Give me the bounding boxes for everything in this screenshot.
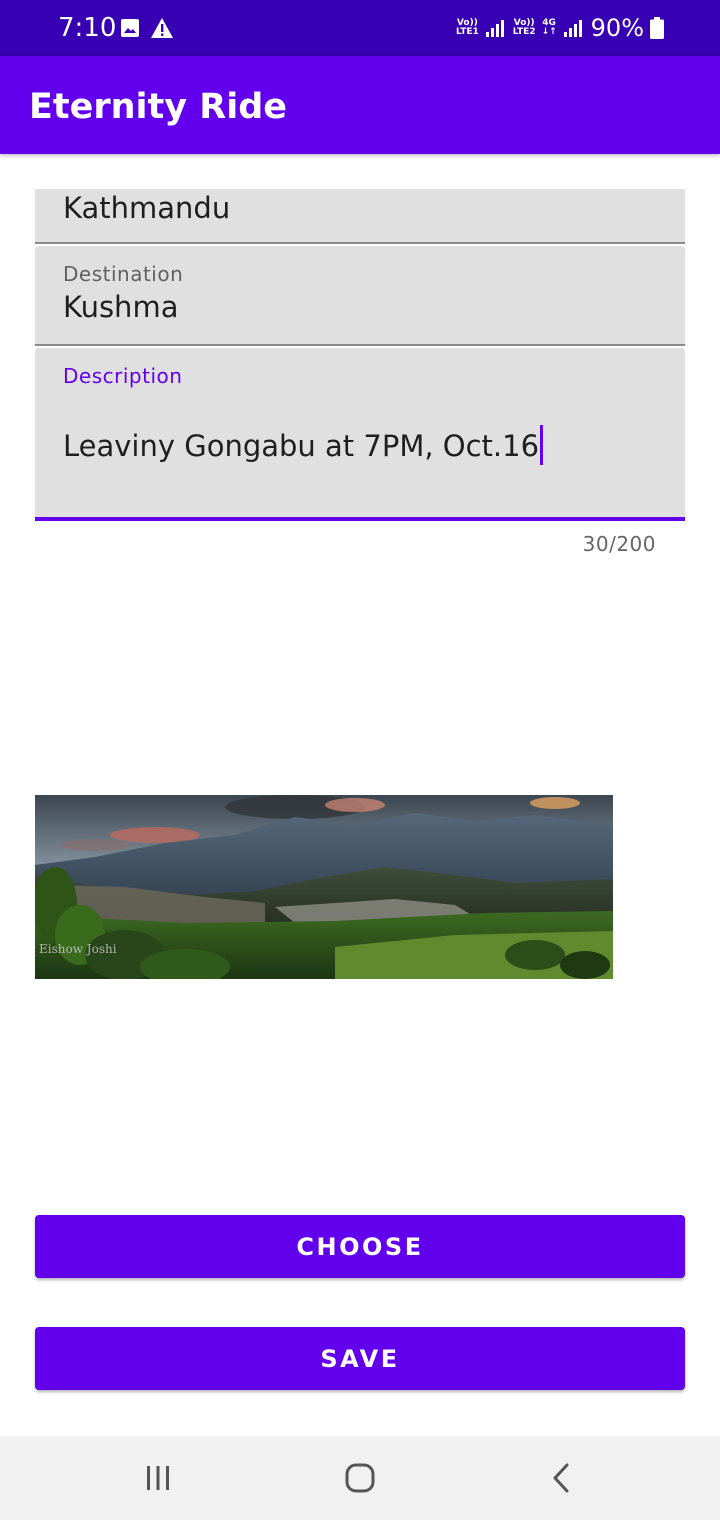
- image-icon: [121, 19, 139, 37]
- origin-value: Kathmandu: [63, 191, 231, 225]
- text-cursor: [540, 425, 544, 465]
- app-bar: Eternity Ride: [0, 56, 720, 154]
- volte-lte1-icon: Vo)) LTE1: [455, 18, 479, 37]
- origin-field[interactable]: Kathmandu: [35, 189, 685, 244]
- signal-icon: [485, 20, 504, 37]
- navigation-bar: [0, 1436, 720, 1520]
- status-time: 7:10: [58, 13, 117, 43]
- 4g-data-icon: 4G ↓↑: [541, 18, 557, 37]
- signal-icon: [563, 20, 582, 37]
- status-indicators: Vo)) LTE1 Vo)) LTE2 4G ↓↑ 90%: [456, 12, 664, 44]
- selected-image: Eishow Joshi: [35, 795, 613, 979]
- home-icon[interactable]: [340, 1458, 380, 1498]
- destination-label: Destination: [63, 262, 184, 286]
- back-icon[interactable]: [542, 1458, 582, 1498]
- battery-percent: 90%: [590, 14, 644, 42]
- app-title: Eternity Ride: [29, 87, 288, 127]
- image-watermark: Eishow Joshi: [39, 942, 117, 956]
- description-value-wrapper: Leaviny Gongabu at 7PM, Oct.16: [63, 425, 544, 468]
- recent-apps-icon[interactable]: [138, 1458, 178, 1498]
- volte-lte2-icon: Vo)) LTE2: [512, 18, 536, 37]
- mountain-landscape-image: Eishow Joshi: [35, 795, 613, 979]
- battery-icon: [650, 17, 664, 39]
- destination-value: Kushma: [63, 290, 179, 324]
- save-button[interactable]: SAVE: [35, 1327, 685, 1390]
- description-value: Leaviny Gongabu at 7PM, Oct.16: [63, 429, 540, 463]
- description-field[interactable]: Description Leaviny Gongabu at 7PM, Oct.…: [35, 348, 685, 521]
- warning-icon: [151, 18, 173, 38]
- description-label: Description: [63, 364, 183, 388]
- choose-button[interactable]: CHOOSE: [35, 1215, 685, 1278]
- status-bar: 7:10 Vo)) LTE1 Vo)) LTE2 4G ↓↑ 90%: [0, 0, 720, 56]
- destination-field[interactable]: Destination Kushma: [35, 246, 685, 346]
- description-char-counter: 30/200: [582, 532, 656, 556]
